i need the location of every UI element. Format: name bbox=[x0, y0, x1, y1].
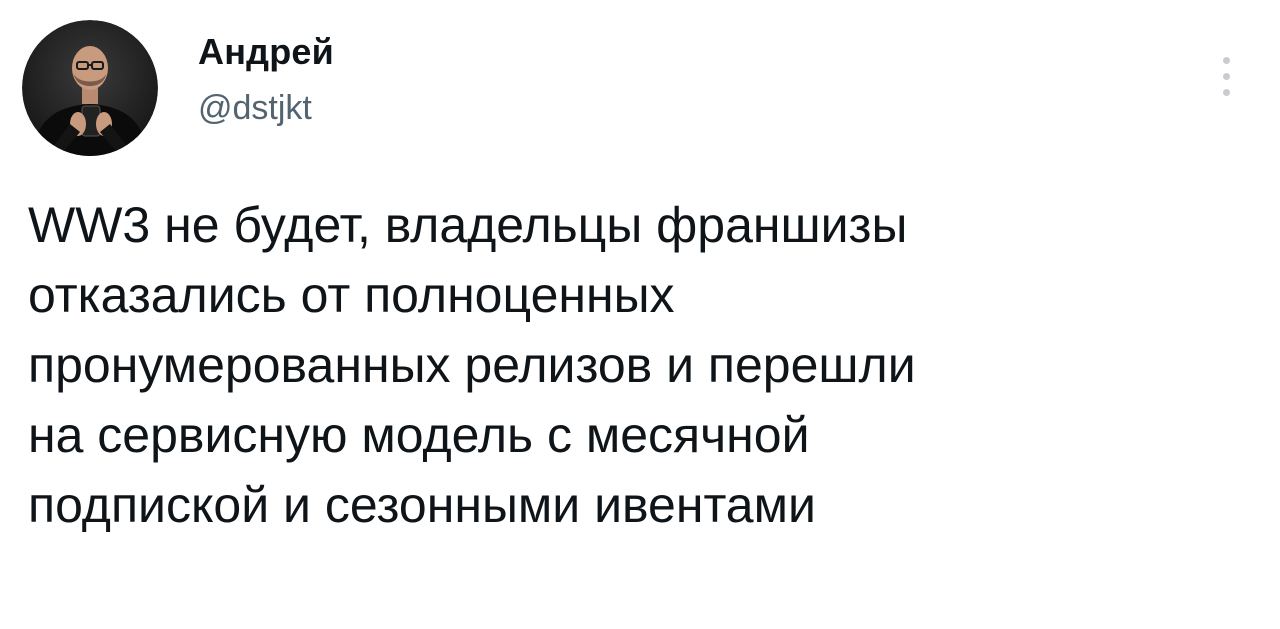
tweet-text-line: на сервисную модель с месячной bbox=[28, 407, 810, 463]
tweet-text-line: WW3 не будет, владельцы франшизы bbox=[28, 197, 908, 253]
more-vertical-icon-dot bbox=[1222, 88, 1230, 96]
tweet-text: WW3 не будет, владельцы франшизы отказал… bbox=[28, 190, 1258, 540]
more-vertical-icon-dot bbox=[1222, 72, 1230, 80]
more-options-button[interactable] bbox=[1206, 48, 1246, 104]
more-vertical-icon bbox=[1222, 56, 1230, 64]
author-names: Андрей @dstjkt bbox=[198, 30, 334, 130]
tweet-text-line: подпиской и сезонными ивентами bbox=[28, 477, 816, 533]
author-display-name[interactable]: Андрей bbox=[198, 30, 334, 74]
tweet: Андрей @dstjkt WW3 не будет, владельцы ф… bbox=[0, 0, 1280, 629]
author-avatar[interactable] bbox=[22, 20, 158, 156]
tweet-text-line: отказались от полноценных bbox=[28, 267, 675, 323]
author-handle[interactable]: @dstjkt bbox=[198, 86, 334, 130]
avatar-photo-icon bbox=[22, 20, 158, 156]
tweet-text-line: пронумерованных релизов и перешли bbox=[28, 337, 916, 393]
